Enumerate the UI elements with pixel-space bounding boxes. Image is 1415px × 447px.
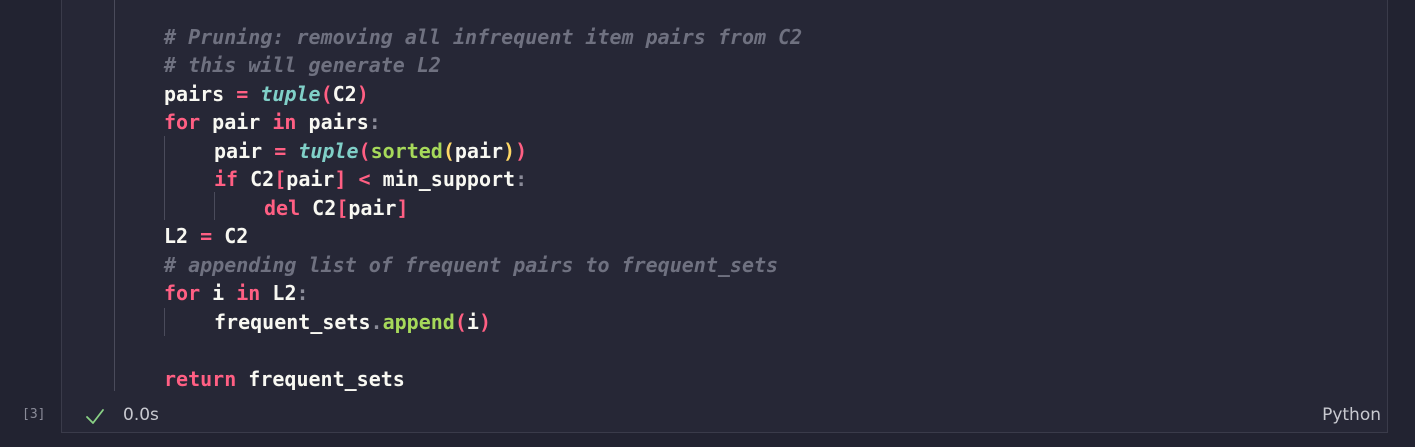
bracket: ] [396,196,409,220]
operator: = [274,139,287,163]
code-line: frequent_sets.append(i) [214,308,491,336]
indent-guide-function-body [114,0,115,391]
code-line-comment: # Pruning: removing all infrequent item … [164,25,803,49]
keyword: in [272,110,297,134]
bracket: ] [334,167,347,191]
identifier: pair [348,196,397,220]
builtin-function: sorted [370,139,443,163]
keyword: for [164,281,201,305]
keyword: for [164,110,201,134]
code-line: if C2[pair] < min_support: [214,165,527,193]
code-line: del C2[pair] [264,194,409,222]
cell-language-picker[interactable]: Python [1322,405,1381,425]
keyword: return [164,367,237,391]
identifier: C2 [224,224,249,248]
operator: < [358,167,371,191]
code-editor[interactable]: # Pruning: removing all infrequent item … [62,0,1387,432]
keyword: del [264,196,301,220]
identifier: frequent_sets [248,367,405,391]
bracket: ( [442,139,455,163]
execution-count: [3] [22,407,46,422]
identifier: L2 [272,281,297,305]
identifier: pair [454,139,504,163]
punctuation: : [368,110,381,134]
bracket: [ [336,196,349,220]
identifier: L2 [164,224,189,248]
keyword: in [236,281,261,305]
identifier: pair [214,139,263,163]
method-name: append [382,310,455,334]
code-line: L2 = C2 [164,222,248,250]
function-name: tuple [298,139,359,163]
punctuation: : [296,281,309,305]
identifier: pairs [308,110,369,134]
code-line-comment: # appending list of frequent pairs to fr… [164,253,779,277]
punctuation: . [370,310,383,334]
code-line: pair = tuple(sorted(pair)) [214,137,527,165]
execution-duration: 0.0s [123,405,159,425]
identifier: min_support [382,167,516,191]
punctuation: : [515,167,528,191]
identifier: pair [286,167,335,191]
identifier: i [466,310,479,334]
bracket: ( [320,82,333,106]
identifier: C2 [312,196,337,220]
bracket: [ [274,167,287,191]
bracket: ) [478,310,491,334]
identifier: pairs [164,82,225,106]
operator: = [200,224,213,248]
indent-guide-if-block [214,192,215,220]
function-name: tuple [260,82,321,106]
indent-guide-for-loop [164,136,165,220]
check-icon [86,409,104,424]
operator: = [236,82,249,106]
code-line: for i in L2: [164,279,309,307]
bracket: ) [503,139,516,163]
bracket: ) [515,139,528,163]
notebook-code-cell[interactable]: # Pruning: removing all infrequent item … [61,0,1388,433]
code-line-comment: # this will generate L2 [164,53,441,77]
indent-guide-second-for-loop [164,308,165,336]
identifier: frequent_sets [214,310,371,334]
identifier: C2 [332,82,357,106]
identifier: i [212,281,225,305]
bracket: ( [454,310,467,334]
code-line: return frequent_sets [164,365,405,393]
identifier: pair [212,110,261,134]
code-line: for pair in pairs: [164,108,381,136]
code-line: pairs = tuple(C2) [164,80,369,108]
identifier: C2 [250,167,275,191]
bracket: ) [356,82,369,106]
bracket: ( [358,139,371,163]
keyword: if [214,167,239,191]
